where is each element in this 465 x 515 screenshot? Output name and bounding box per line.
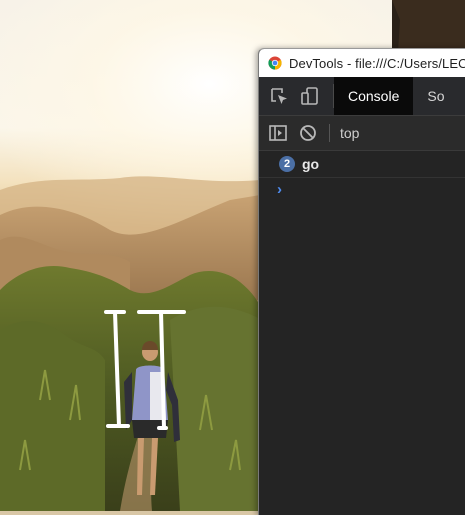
show-sidebar-icon[interactable] [267,122,289,144]
console-message: 2 go [259,151,465,178]
console-toolbar: top [259,116,465,151]
repeat-count-badge: 2 [279,156,295,172]
window-titlebar[interactable]: DevTools - file:///C:/Users/LEO/ [259,49,465,77]
tab-sources[interactable]: So [413,77,458,115]
chrome-icon [268,56,282,70]
console-output[interactable]: 2 go › [259,151,465,200]
devtools-window: DevTools - file:///C:/Users/LEO/ Console… [258,48,465,515]
prompt-caret-icon: › [277,180,282,198]
inspect-element-icon[interactable] [268,85,290,107]
toolbar-separator [329,124,330,142]
devtools-tabbar: Console So [259,77,465,116]
clear-console-icon[interactable] [297,122,319,144]
tab-console[interactable]: Console [334,77,414,115]
console-prompt[interactable]: › [259,178,465,200]
context-selector[interactable]: top [340,125,359,141]
device-toolbar-icon[interactable] [299,85,321,107]
console-message-text: go [302,156,320,172]
window-title: DevTools - file:///C:/Users/LEO/ [289,55,465,71]
